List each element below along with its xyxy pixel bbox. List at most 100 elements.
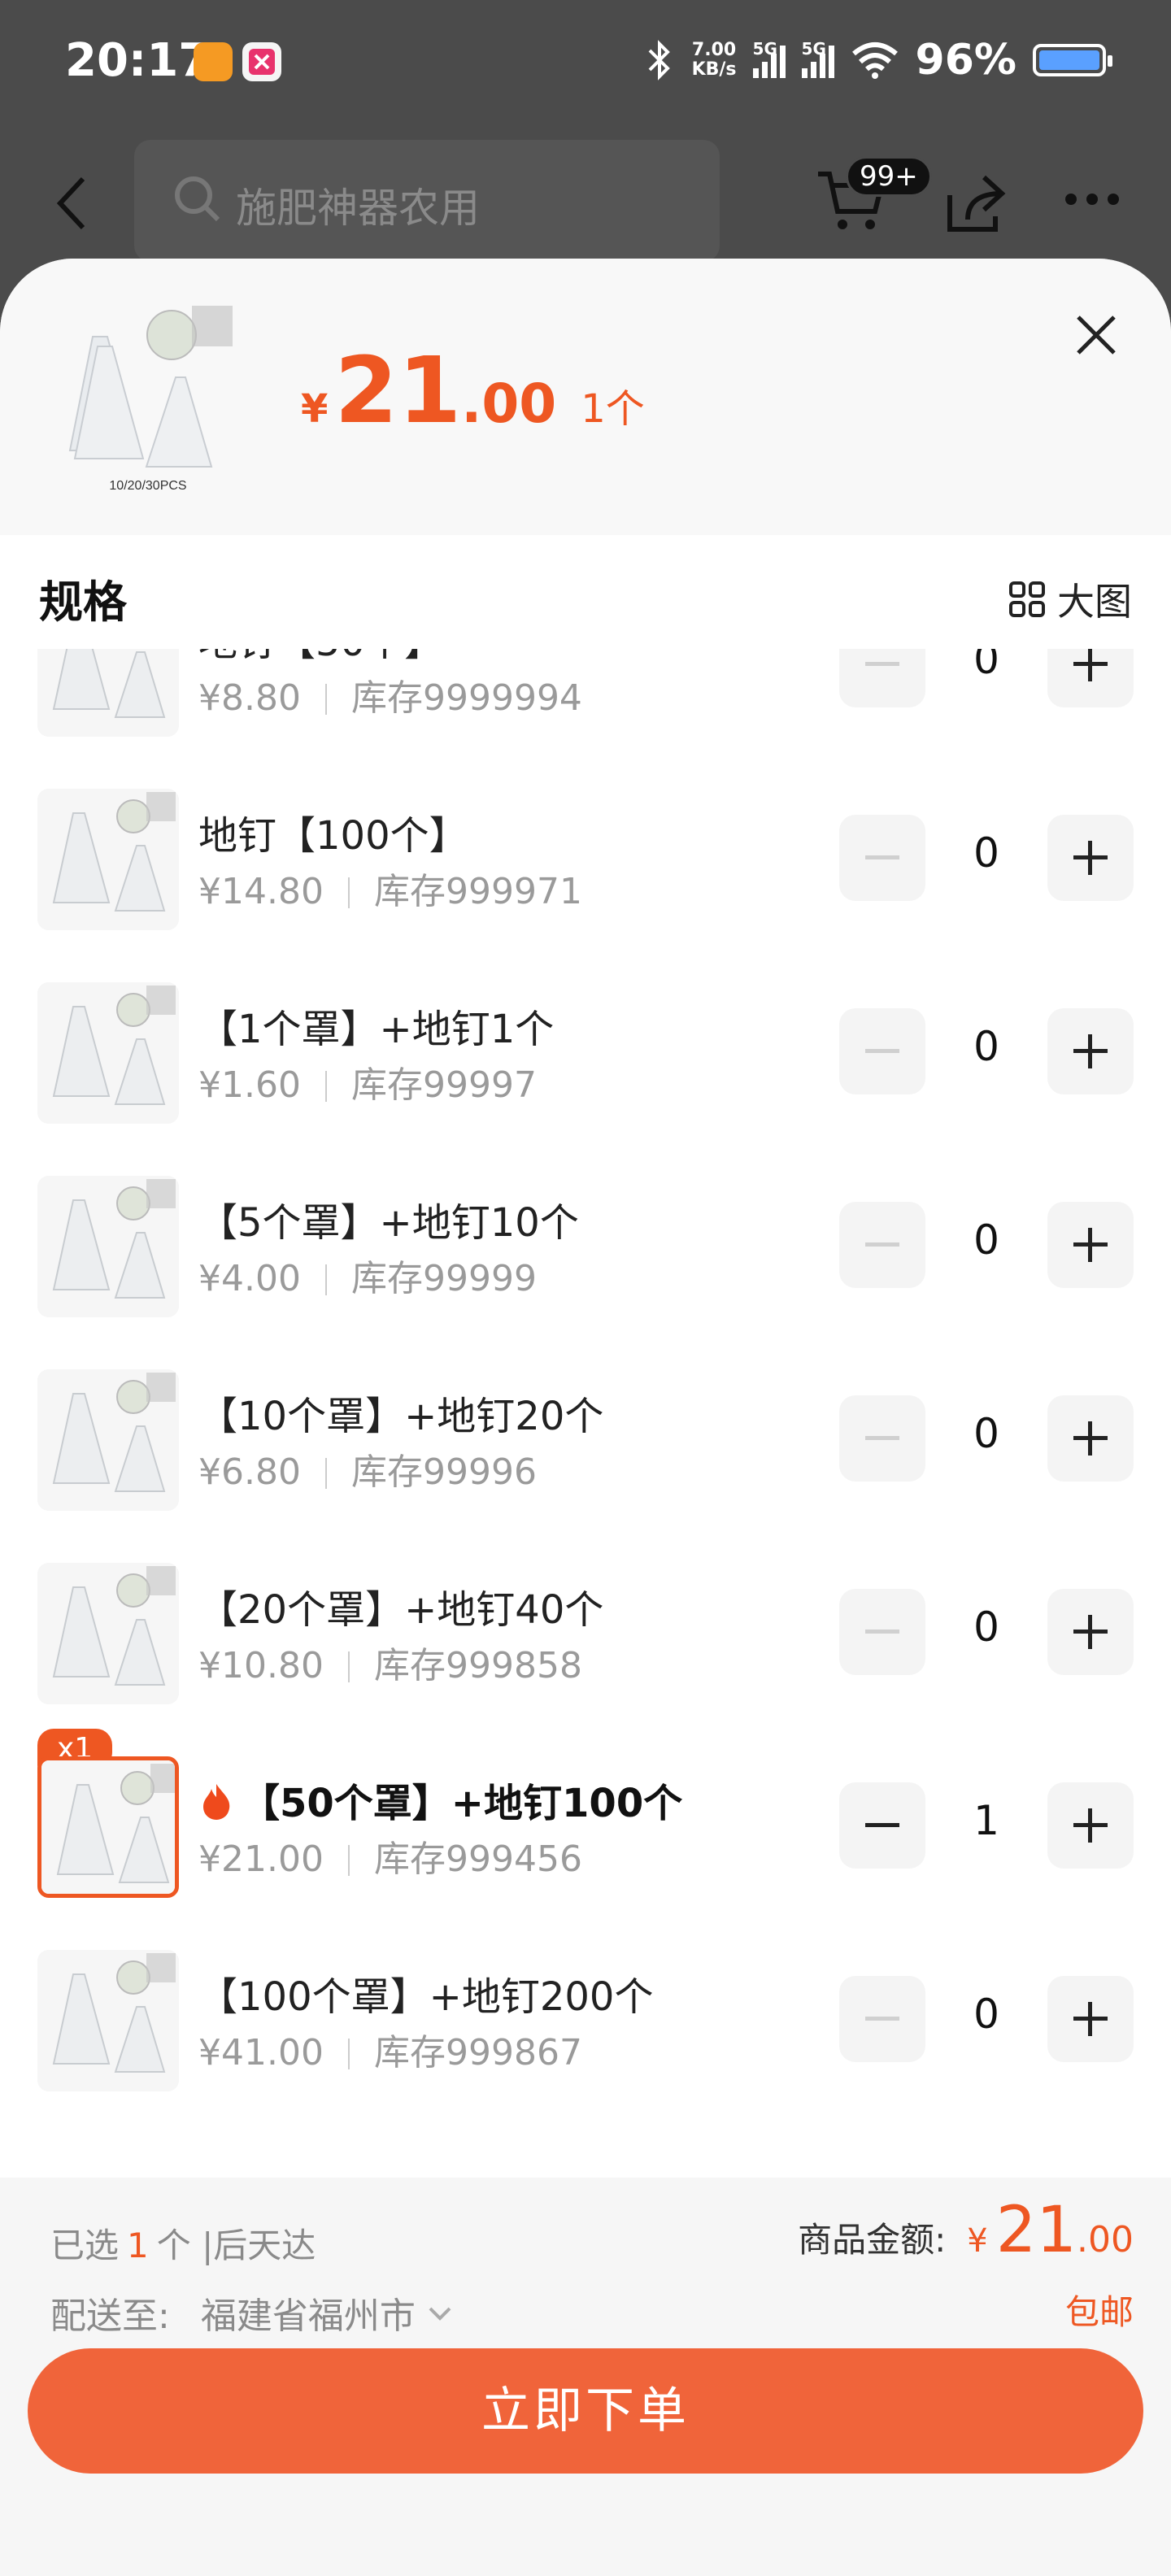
variant-name-text: 【1个罩】+地钉1个 xyxy=(198,1007,555,1052)
quantity-value[interactable]: 0 xyxy=(925,1023,1047,1070)
decrease-button[interactable] xyxy=(839,1589,925,1675)
back-button[interactable] xyxy=(49,171,98,236)
quantity-stepper[interactable]: 0 xyxy=(839,1589,1134,1675)
variant-thumbnail[interactable] xyxy=(37,1369,179,1511)
variant-row[interactable]: 【100个罩】+地钉200个 ¥41.00 库存999867 0 xyxy=(0,1922,1171,2116)
increase-button[interactable] xyxy=(1047,1395,1134,1482)
quantity-stepper[interactable]: 0 xyxy=(839,815,1134,901)
quantity-value[interactable]: 0 xyxy=(925,1216,1047,1264)
ship-to-selector[interactable]: 配送至: 福建省福州市 xyxy=(50,2287,456,2339)
increase-button[interactable] xyxy=(1047,1976,1134,2062)
plus-icon-bar xyxy=(1088,1034,1092,1068)
share-button[interactable] xyxy=(943,171,1008,239)
increase-button[interactable] xyxy=(1047,1589,1134,1675)
variant-thumbnail[interactable] xyxy=(37,982,179,1124)
decrease-button[interactable] xyxy=(839,1202,925,1288)
variant-name: 【50个罩】+地钉100个 xyxy=(198,1771,682,1828)
plus-icon-bar xyxy=(1088,2002,1092,2036)
quantity-stepper[interactable]: 0 xyxy=(839,649,1134,707)
chevron-down-icon xyxy=(429,2307,451,2321)
decrease-button[interactable] xyxy=(839,649,925,707)
quantity-stepper[interactable]: 0 xyxy=(839,1395,1134,1482)
increase-button[interactable] xyxy=(1047,815,1134,901)
decrease-button[interactable] xyxy=(839,1782,925,1869)
variant-name-text: 地钉【100个】 xyxy=(198,813,468,859)
more-button[interactable] xyxy=(1065,194,1119,205)
variant-meta: ¥4.00 库存99999 xyxy=(198,1249,537,1301)
variant-name-text: 【100个罩】+地钉200个 xyxy=(198,1974,654,2020)
price-integer: 21 xyxy=(334,338,462,444)
product-image[interactable]: 10/20/30PCS xyxy=(37,296,236,494)
variant-stock: 库存9999994 xyxy=(350,677,582,719)
variant-meta: ¥21.00 库存999456 xyxy=(198,1830,582,1882)
increase-button[interactable] xyxy=(1047,1782,1134,1869)
variant-row[interactable]: 【5个罩】+地钉10个 ¥4.00 库存99999 0 xyxy=(0,1148,1171,1342)
search-input[interactable]: 施肥神器农用 xyxy=(134,140,720,262)
free-shipping-badge: 包邮 xyxy=(1064,2292,1134,2332)
variant-row[interactable]: 【20个罩】+地钉40个 ¥10.80 库存999858 0 xyxy=(0,1535,1171,1729)
variant-stock: 库存999971 xyxy=(373,871,582,912)
big-view-button[interactable]: 大图 xyxy=(1008,572,1132,626)
selected-price: ¥ 21 .00 1个 xyxy=(301,338,645,444)
variant-thumbnail[interactable] xyxy=(37,1176,179,1317)
quantity-stepper[interactable]: 1 xyxy=(839,1782,1134,1869)
variant-row[interactable]: 【1个罩】+地钉1个 ¥1.60 库存99997 0 xyxy=(0,955,1171,1148)
variant-name: 【10个罩】+地钉20个 xyxy=(198,1384,603,1441)
variant-price: ¥10.80 xyxy=(198,1645,324,1686)
increase-button[interactable] xyxy=(1047,649,1134,707)
minus-icon xyxy=(865,855,899,859)
variant-row[interactable]: x1 【50个罩】+地钉100个 ¥21.00 库存999456 1 xyxy=(0,1729,1171,1922)
quantity-stepper[interactable]: 0 xyxy=(839,1202,1134,1288)
quantity-value[interactable]: 1 xyxy=(925,1797,1047,1844)
variant-thumbnail[interactable] xyxy=(37,1950,179,2091)
variant-stock: 库存99996 xyxy=(350,1451,537,1493)
decrease-button[interactable] xyxy=(839,815,925,901)
increase-button[interactable] xyxy=(1047,1008,1134,1094)
variant-stock: 库存999456 xyxy=(373,1838,582,1880)
variant-name-text: 【50个罩】+地钉100个 xyxy=(241,1781,683,1826)
increase-button[interactable] xyxy=(1047,1202,1134,1288)
variant-row[interactable]: 地钉【100个】 ¥14.80 库存999971 0 xyxy=(0,761,1171,955)
decrease-button[interactable] xyxy=(839,1395,925,1482)
variant-thumbnail[interactable] xyxy=(37,789,179,930)
quantity-value[interactable]: 0 xyxy=(925,829,1047,877)
plus-icon-bar xyxy=(1088,1228,1092,1262)
minus-icon xyxy=(865,1823,899,1827)
variant-row[interactable]: 【10个罩】+地钉20个 ¥6.80 库存99996 0 xyxy=(0,1342,1171,1535)
variant-stock: 库存999867 xyxy=(373,2032,582,2073)
minus-icon xyxy=(865,1049,899,1053)
variant-thumbnail[interactable] xyxy=(37,649,179,737)
variant-name: 【20个罩】+地钉40个 xyxy=(198,1577,603,1634)
signal-label: 5G xyxy=(752,39,777,59)
variant-thumbnail[interactable] xyxy=(37,1756,179,1898)
quantity-value[interactable]: 0 xyxy=(925,1991,1047,2038)
total-amount: 商品金额: ¥ 21 .00 xyxy=(798,2194,1134,2267)
quantity-value[interactable]: 0 xyxy=(925,1410,1047,1457)
ship-label: 配送至: xyxy=(50,2295,170,2337)
plus-icon-bar xyxy=(1088,841,1092,875)
variant-price: ¥6.80 xyxy=(198,1451,301,1493)
variant-price: ¥41.00 xyxy=(198,2032,324,2073)
search-icon xyxy=(175,176,220,222)
variant-name: 【5个罩】+地钉10个 xyxy=(198,1190,579,1247)
quantity-value[interactable]: 0 xyxy=(925,1603,1047,1651)
decrease-button[interactable] xyxy=(839,1008,925,1094)
close-button[interactable] xyxy=(1070,309,1122,361)
decrease-button[interactable] xyxy=(839,1976,925,2062)
quantity-value[interactable]: 0 xyxy=(925,649,1047,683)
quantity-stepper[interactable]: 0 xyxy=(839,1008,1134,1094)
variant-name: 地钉【50个】 xyxy=(198,649,443,667)
variant-meta: ¥1.60 库存99997 xyxy=(198,1055,537,1107)
amount-currency: ¥ xyxy=(967,2222,988,2260)
wifi-icon xyxy=(851,42,898,79)
variant-name: 【1个罩】+地钉1个 xyxy=(198,997,554,1054)
variant-name-text: 【5个罩】+地钉10个 xyxy=(198,1200,579,1246)
variant-row[interactable]: 地钉【50个】 ¥8.80 库存9999994 0 xyxy=(0,649,1171,761)
quantity-stepper[interactable]: 0 xyxy=(839,1976,1134,2062)
variant-thumbnail[interactable] xyxy=(37,1563,179,1704)
chevron-left-icon xyxy=(56,176,85,230)
variant-price: ¥4.00 xyxy=(198,1258,301,1299)
selected-prefix: 已选 xyxy=(50,2226,120,2265)
place-order-button[interactable]: 立即下单 xyxy=(28,2348,1143,2474)
cart-badge: 99+ xyxy=(846,156,932,197)
